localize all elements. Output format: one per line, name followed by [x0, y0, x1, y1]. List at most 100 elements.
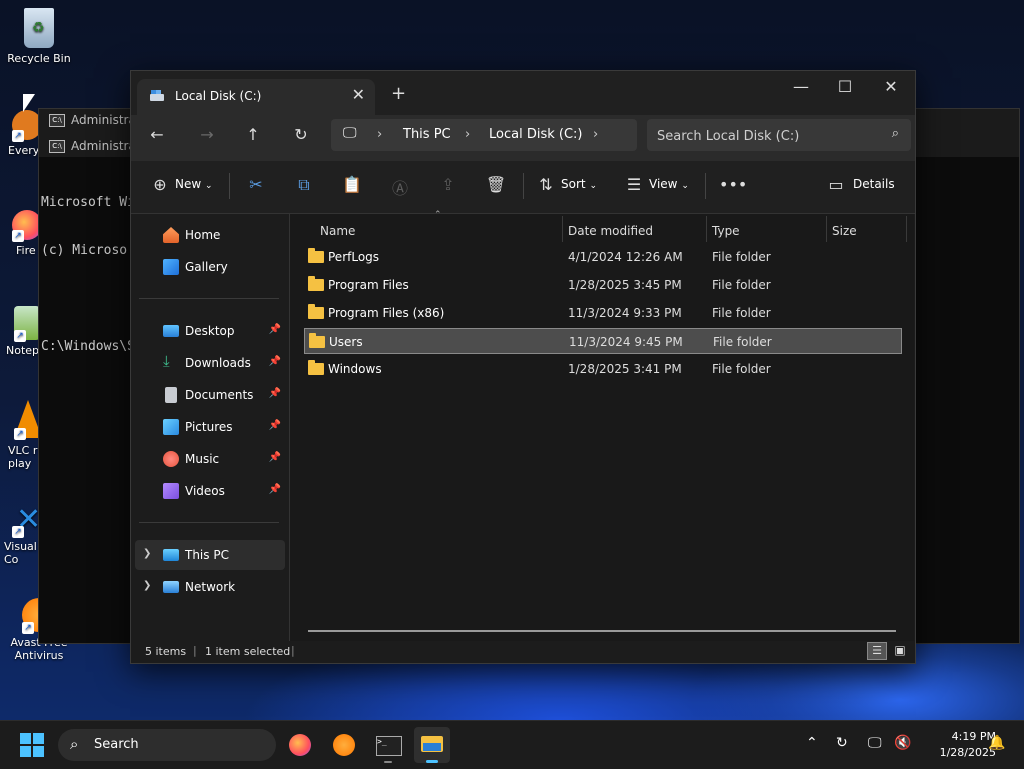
cmd-output[interactable]: Microsoft Wi (c) Microso C:\Windows\S: [41, 163, 135, 387]
taskbar-search[interactable]: ⌕ Search: [58, 729, 276, 761]
file-row[interactable]: PerfLogs 4/1/2024 12:26 AM File folder: [304, 244, 902, 270]
minimize-button[interactable]: —: [781, 77, 821, 96]
chevron-down-icon: ⌄: [205, 181, 213, 191]
breadcrumb-local-disk[interactable]: Local Disk (C:): [489, 127, 582, 142]
share-icon[interactable]: ⇪: [437, 175, 459, 194]
search-box[interactable]: ⌕: [647, 119, 911, 151]
nav-item-home[interactable]: Home: [135, 220, 285, 250]
desktop-icon-visual-studio-code[interactable]: ✕ ↗ Visual Co: [0, 502, 41, 566]
breadcrumb-this-pc[interactable]: This PC: [403, 127, 451, 142]
tab-local-disk[interactable]: Local Disk (C:) ✕: [137, 79, 375, 115]
cmd-tab[interactable]: C:\ Administrat: [45, 109, 141, 131]
folder-icon: [308, 276, 324, 291]
nav-item-network[interactable]: ❯ Network: [135, 572, 285, 602]
volume-muted-icon[interactable]: 🔇: [894, 735, 911, 751]
file-row-selected[interactable]: Users 11/3/2024 9:45 PM File folder: [304, 328, 902, 354]
nav-item-pictures[interactable]: Pictures 📌: [135, 412, 285, 442]
file-row[interactable]: Program Files 1/28/2025 3:45 PM File fol…: [304, 272, 902, 298]
nav-item-gallery[interactable]: Gallery: [135, 252, 285, 282]
column-divider[interactable]: [906, 216, 907, 242]
desktop-icon-firefox[interactable]: ↗ Fire: [0, 210, 42, 257]
sort-icon: ⇅: [539, 175, 553, 194]
details-view-icon[interactable]: ☰: [867, 642, 887, 660]
copy-icon[interactable]: ⧉: [293, 175, 315, 195]
divider: [229, 173, 230, 199]
rename-icon[interactable]: Ⓐ: [389, 175, 411, 199]
taskbar-firefox-icon[interactable]: [282, 727, 318, 763]
nav-item-this-pc[interactable]: ❯ This PC: [135, 540, 285, 570]
desktop-icon-vlc[interactable]: ↗ VLC r play: [0, 400, 42, 470]
pin-icon[interactable]: 📌: [269, 452, 281, 463]
column-header-name[interactable]: Name: [320, 218, 355, 244]
clock-date: 1/28/2025: [939, 746, 996, 759]
paste-icon[interactable]: 📋: [341, 175, 363, 194]
chevron-up-icon[interactable]: ⌃: [806, 735, 818, 751]
desktop-icon-everything[interactable]: ↗ Every: [0, 110, 42, 157]
desktop-icon-notepad[interactable]: ↗ Notep: [0, 306, 40, 357]
view-button[interactable]: View ⌄: [649, 177, 689, 191]
horizontal-scrollbar[interactable]: [308, 630, 896, 632]
nav-item-videos[interactable]: Videos 📌: [135, 476, 285, 506]
windows-start-icon[interactable]: [20, 733, 44, 757]
pin-icon[interactable]: 📌: [269, 484, 281, 495]
pin-icon[interactable]: 📌: [269, 324, 281, 335]
download-icon: ⤓: [163, 352, 170, 370]
chevron-right-icon[interactable]: ❯: [143, 548, 151, 559]
search-input[interactable]: [655, 125, 879, 147]
desktop-icon-recycle-bin[interactable]: ♻ Recycle Bin: [3, 8, 75, 65]
column-header-type[interactable]: Type: [712, 218, 740, 244]
taskbar-file-explorer-icon[interactable]: [414, 727, 450, 763]
forward-button[interactable]: →: [195, 125, 219, 144]
clock[interactable]: 4:19 PM 1/28/2025: [910, 729, 996, 761]
column-header-date[interactable]: Date modified: [568, 218, 653, 244]
nav-item-documents[interactable]: Documents 📌: [135, 380, 285, 410]
file-row[interactable]: Windows 1/28/2025 3:41 PM File folder: [304, 356, 902, 382]
cut-icon[interactable]: ✂: [245, 175, 267, 194]
close-window-button[interactable]: ✕: [871, 77, 911, 96]
refresh-button[interactable]: ↻: [289, 125, 313, 144]
new-tab-button[interactable]: +: [391, 83, 406, 104]
file-row[interactable]: Program Files (x86) 11/3/2024 9:33 PM Fi…: [304, 300, 902, 326]
search-icon[interactable]: ⌕: [892, 126, 899, 141]
more-options-icon[interactable]: •••: [719, 175, 747, 194]
maximize-button[interactable]: ☐: [825, 77, 865, 96]
nav-item-music[interactable]: Music 📌: [135, 444, 285, 474]
tiles-view-icon[interactable]: ▣: [891, 642, 909, 658]
file-explorer-window[interactable]: Local Disk (C:) ✕ + — ☐ ✕ ← → ↑ ↻ 🖵 › Th…: [130, 70, 916, 664]
column-divider[interactable]: [562, 216, 563, 242]
cmd-line: Microsoft Wi: [41, 195, 135, 210]
sync-icon[interactable]: ↻: [836, 735, 848, 751]
back-button[interactable]: ←: [145, 125, 169, 144]
clock-time: 4:19 PM: [951, 730, 996, 743]
pin-icon[interactable]: 📌: [269, 388, 281, 399]
chevron-right-icon[interactable]: ❯: [143, 580, 151, 591]
home-icon: [163, 227, 179, 243]
taskbar-terminal-icon[interactable]: >_: [370, 727, 406, 763]
cmd-tab[interactable]: C:\ Administrat: [45, 135, 141, 157]
delete-icon[interactable]: 🗑: [485, 175, 507, 194]
column-header-size[interactable]: Size: [832, 218, 857, 244]
up-button[interactable]: ↑: [241, 125, 265, 144]
file-list[interactable]: ⌃ Name Date modified Type Size PerfLogs …: [290, 210, 914, 641]
file-date: 11/3/2024 9:45 PM: [569, 335, 683, 349]
sort-button[interactable]: Sort ⌄: [561, 177, 597, 191]
taskbar-avast-icon[interactable]: [326, 727, 362, 763]
nav-label: Gallery: [185, 260, 228, 274]
breadcrumb-chevron-icon[interactable]: ›: [593, 127, 598, 142]
nav-item-desktop[interactable]: Desktop 📌: [135, 316, 285, 346]
cmd-line: C:\Windows\S: [41, 339, 135, 354]
close-tab-icon[interactable]: ✕: [352, 85, 365, 104]
pin-icon[interactable]: 📌: [269, 420, 281, 431]
pin-icon[interactable]: 📌: [269, 356, 281, 367]
notifications-bell-icon[interactable]: 🔔: [988, 735, 1005, 751]
column-divider[interactable]: [826, 216, 827, 242]
file-name: Program Files: [328, 278, 409, 292]
address-bar[interactable]: 🖵 › This PC › Local Disk (C:) ›: [331, 119, 637, 151]
new-button[interactable]: New ⌄: [175, 177, 213, 191]
title-bar[interactable]: Local Disk (C:) ✕ + — ☐ ✕: [131, 71, 915, 115]
monitor-icon[interactable]: 🖵: [868, 735, 882, 751]
nav-item-downloads[interactable]: ⤓ Downloads 📌: [135, 348, 285, 378]
details-button[interactable]: Details: [853, 177, 895, 191]
taskbar: ⌕ Search >_ ⌃ ↻ 🖵 🔇 4:19 PM 1/28/2025 🔔: [0, 720, 1024, 769]
column-divider[interactable]: [706, 216, 707, 242]
